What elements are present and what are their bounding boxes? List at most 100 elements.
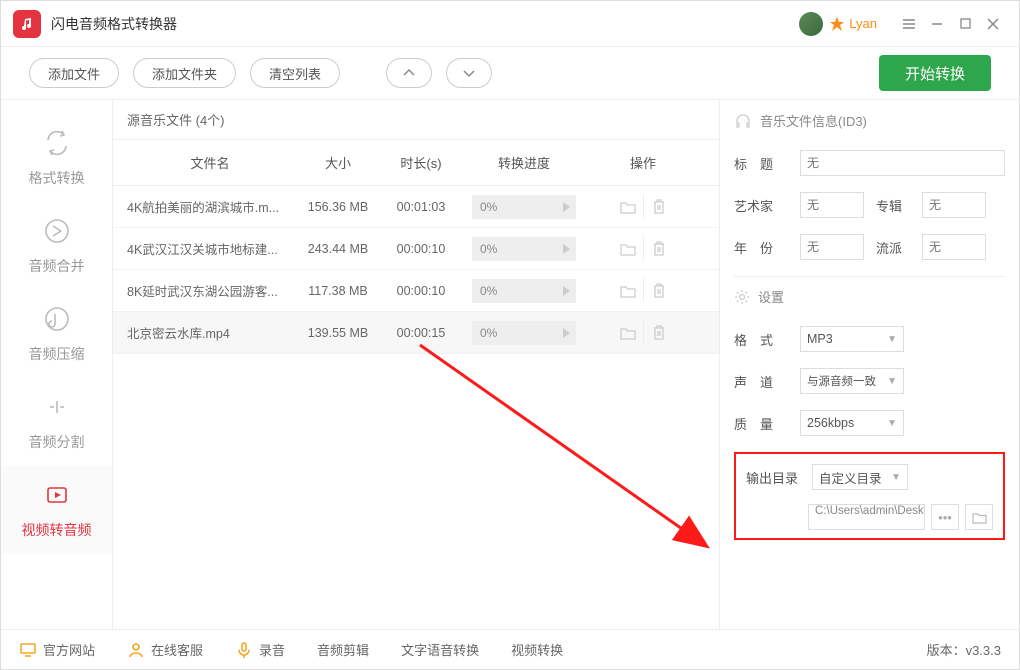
video-convert-link[interactable]: 视频转换 <box>511 640 563 659</box>
sidebar-label: 视频转音频 <box>22 520 92 540</box>
play-icon[interactable] <box>563 328 570 338</box>
delete-button[interactable] <box>643 194 673 218</box>
output-directory-box: 输出目录 自定义目录▼ C:\Users\admin\Desktc ••• <box>734 452 1005 540</box>
titlebar: 闪电音频格式转换器 Lyan <box>1 1 1019 47</box>
open-folder-button[interactable] <box>613 237 643 261</box>
col-duration: 时长(s) <box>383 153 459 172</box>
year-label: 年 份 <box>734 238 788 257</box>
delete-button[interactable] <box>643 278 673 302</box>
sidebar-label: 音频分割 <box>29 432 85 452</box>
avatar[interactable] <box>799 12 823 36</box>
more-button[interactable]: ••• <box>931 504 959 530</box>
monitor-icon <box>19 641 37 659</box>
file-row[interactable]: 4K武汉江汉关城市地标建... 243.44 MB 00:00:10 0% <box>113 228 719 270</box>
add-file-button[interactable]: 添加文件 <box>29 58 119 88</box>
open-folder-button[interactable] <box>613 195 643 219</box>
play-icon[interactable] <box>563 202 570 212</box>
channel-label: 声 道 <box>734 372 788 391</box>
cell-progress: 0% <box>459 321 589 345</box>
official-site-link[interactable]: 官方网站 <box>19 640 95 659</box>
cell-duration: 00:00:10 <box>383 284 459 298</box>
cell-ops <box>589 236 697 261</box>
column-headers: 文件名 大小 时长(s) 转换进度 操作 <box>113 140 719 186</box>
customer-service-link[interactable]: 在线客服 <box>127 640 203 659</box>
browse-folder-button[interactable] <box>965 504 993 530</box>
album-input[interactable] <box>922 192 986 218</box>
open-folder-button[interactable] <box>613 279 643 303</box>
menu-button[interactable] <box>895 10 923 38</box>
cell-duration: 00:00:15 <box>383 326 459 340</box>
open-folder-button[interactable] <box>613 321 643 345</box>
text-speech-link[interactable]: 文字语音转换 <box>401 640 479 659</box>
app-title: 闪电音频格式转换器 <box>51 14 177 34</box>
video-to-audio-icon <box>42 480 72 510</box>
delete-button[interactable] <box>643 320 673 344</box>
col-size: 大小 <box>293 153 383 172</box>
maximize-button[interactable] <box>951 10 979 38</box>
settings-section-title: 设置 <box>734 276 1005 316</box>
artist-label: 艺术家 <box>734 196 788 215</box>
quality-select[interactable]: 256kbps▼ <box>800 410 904 436</box>
cell-size: 156.36 MB <box>293 200 383 214</box>
cell-progress: 0% <box>459 195 589 219</box>
delete-button[interactable] <box>643 236 673 260</box>
year-input[interactable] <box>800 234 864 260</box>
footer: 官方网站 在线客服 录音 音频剪辑 文字语音转换 视频转换 版本：v3.3.3 <box>1 629 1019 669</box>
cell-ops <box>589 278 697 303</box>
sidebar-item-audio-compress[interactable]: 音频压缩 <box>1 290 112 378</box>
genre-input[interactable] <box>922 234 986 260</box>
sidebar-label: 格式转换 <box>29 168 85 188</box>
cell-duration: 00:00:10 <box>383 242 459 256</box>
clear-list-button[interactable]: 清空列表 <box>250 58 340 88</box>
sidebar-item-format-convert[interactable]: 格式转换 <box>1 114 112 202</box>
start-convert-button[interactable]: 开始转换 <box>879 55 991 91</box>
format-label: 格 式 <box>734 330 788 349</box>
username[interactable]: Lyan <box>849 16 877 31</box>
merge-icon <box>42 216 72 246</box>
file-row[interactable]: 8K延时武汉东湖公园游客... 117.38 MB 00:00:10 0% <box>113 270 719 312</box>
col-filename: 文件名 <box>113 153 293 172</box>
vip-badge-icon <box>829 16 845 32</box>
audio-clip-link[interactable]: 音频剪辑 <box>317 640 369 659</box>
add-folder-button[interactable]: 添加文件夹 <box>133 58 236 88</box>
genre-label: 流派 <box>876 238 910 257</box>
cell-name: 北京密云水库.mp4 <box>113 323 293 342</box>
minimize-button[interactable] <box>923 10 951 38</box>
outdir-select[interactable]: 自定义目录▼ <box>812 464 908 490</box>
sidebar: 格式转换 音频合并 音频压缩 音频分割 视频转音频 <box>1 100 113 629</box>
title-input[interactable] <box>800 150 1005 176</box>
id3-section-title: 音乐文件信息(ID3) <box>734 100 1005 140</box>
play-icon[interactable] <box>563 244 570 254</box>
compress-icon <box>42 304 72 334</box>
artist-input[interactable] <box>800 192 864 218</box>
move-down-button[interactable] <box>446 58 492 88</box>
sidebar-label: 音频合并 <box>29 256 85 276</box>
move-up-button[interactable] <box>386 58 432 88</box>
channel-select[interactable]: 与源音频一致▼ <box>800 368 904 394</box>
convert-icon <box>42 128 72 158</box>
cell-size: 243.44 MB <box>293 242 383 256</box>
sidebar-item-audio-merge[interactable]: 音频合并 <box>1 202 112 290</box>
file-row[interactable]: 北京密云水库.mp4 139.55 MB 00:00:15 0% <box>113 312 719 354</box>
album-label: 专辑 <box>876 196 910 215</box>
cell-size: 139.55 MB <box>293 326 383 340</box>
file-list: 源音乐文件 (4个) 文件名 大小 时长(s) 转换进度 操作 4K航拍美丽的湖… <box>113 100 719 629</box>
outdir-label: 输出目录 <box>746 468 804 487</box>
sidebar-item-audio-split[interactable]: 音频分割 <box>1 378 112 466</box>
record-link[interactable]: 录音 <box>235 640 285 659</box>
cell-ops <box>589 194 697 219</box>
output-path-input[interactable]: C:\Users\admin\Desktc <box>808 504 925 530</box>
cell-name: 4K航拍美丽的湖滨城市.m... <box>113 197 293 216</box>
cell-progress: 0% <box>459 237 589 261</box>
format-select[interactable]: MP3▼ <box>800 326 904 352</box>
col-ops: 操作 <box>589 153 697 172</box>
chevron-down-icon: ▼ <box>887 334 897 345</box>
right-panel: 音乐文件信息(ID3) 标 题 艺术家 专辑 年 份 流派 <box>719 100 1019 629</box>
sidebar-item-video-to-audio[interactable]: 视频转音频 <box>1 466 112 554</box>
file-list-header: 源音乐文件 (4个) <box>113 100 719 140</box>
file-row[interactable]: 4K航拍美丽的湖滨城市.m... 156.36 MB 00:01:03 0% <box>113 186 719 228</box>
headphone-icon <box>734 111 752 129</box>
close-button[interactable] <box>979 10 1007 38</box>
play-icon[interactable] <box>563 286 570 296</box>
cell-duration: 00:01:03 <box>383 200 459 214</box>
